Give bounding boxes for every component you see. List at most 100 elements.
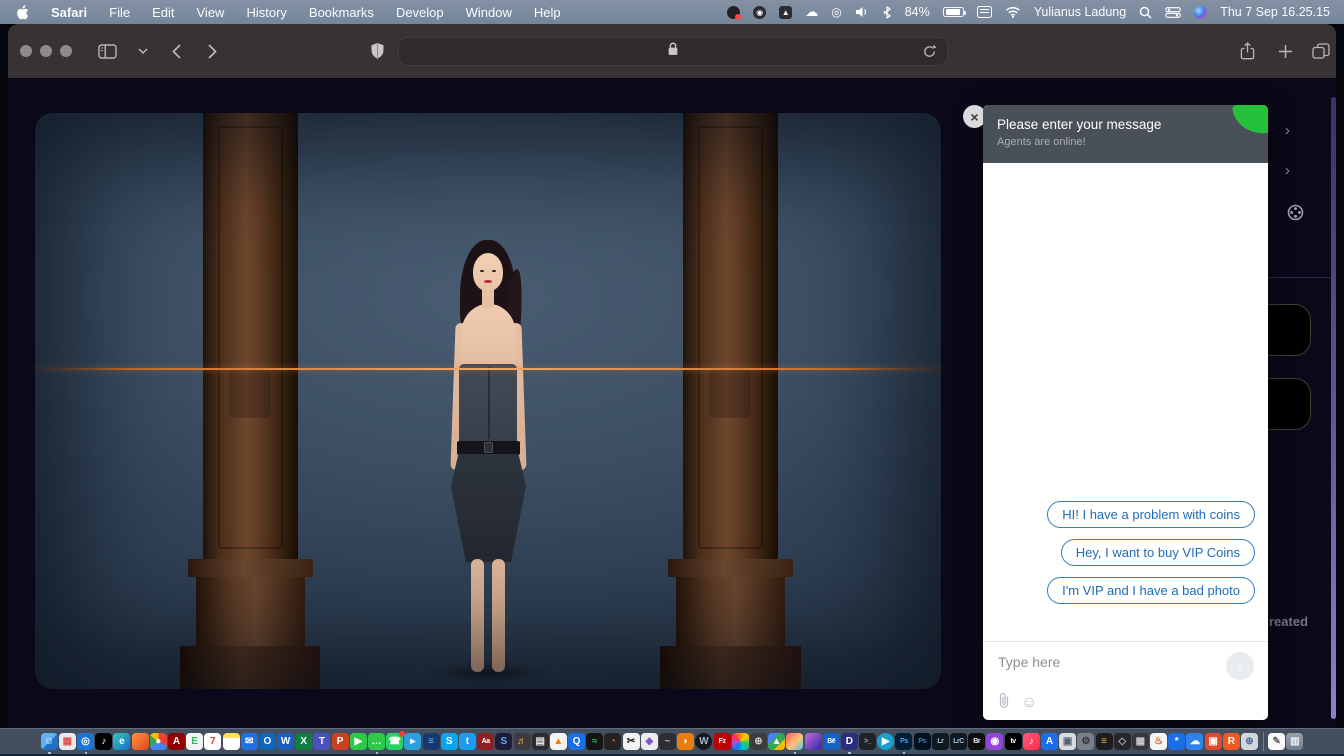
dock-icon-bridge[interactable]: Br <box>968 733 986 750</box>
dock-icon-garageband[interactable]: ♬ <box>513 733 531 750</box>
dock-icon-powerpoint[interactable]: P <box>331 733 349 750</box>
dock-icon-podcasts[interactable]: ◉ <box>986 733 1004 750</box>
tab-overview-icon[interactable] <box>1308 38 1334 64</box>
menu-bar-clock[interactable]: Thu 7 Sep 16.25.15 <box>1220 4 1330 20</box>
dock-icon-wallet[interactable]: ≡ <box>1095 733 1113 750</box>
dock-icon-mail[interactable]: ✉ <box>240 733 258 750</box>
emoji-smiley-icon[interactable]: ☺ <box>1021 695 1037 711</box>
dock-icon-automator[interactable]: ◇ <box>1113 733 1131 750</box>
dock-icon-red-box-app[interactable]: ▣ <box>1204 733 1222 750</box>
back-icon[interactable] <box>163 38 189 64</box>
menu-window[interactable]: Window <box>466 5 512 20</box>
dock-icon-calendar[interactable]: 7 <box>204 733 222 750</box>
dock-icon-discord[interactable]: D <box>840 733 858 754</box>
dock-icon-skype[interactable]: S <box>440 733 458 750</box>
dock-icon-capcut[interactable]: ✂ <box>622 733 640 750</box>
dock-icon-gradient-app-1[interactable] <box>786 733 804 754</box>
dock-icon-calculator[interactable]: ▦ <box>1131 733 1149 750</box>
dock-icon-evernote[interactable]: E <box>186 733 204 750</box>
sidebar-icon[interactable] <box>94 38 120 64</box>
menu-history[interactable]: History <box>246 5 286 20</box>
fast-user-switch-name[interactable]: Yulianus Ladung <box>1034 4 1126 20</box>
dock-icon-launchpad[interactable]: ▦ <box>58 733 76 750</box>
dock-icon-music[interactable]: ♪ <box>1022 733 1040 750</box>
dock-icon-twitter[interactable]: t <box>458 733 476 750</box>
apple-menu-icon[interactable] <box>16 4 29 20</box>
dock-icon-bluetooth-exchange[interactable]: * <box>1168 733 1186 750</box>
dock-icon-spotify[interactable]: ≈ <box>586 733 604 750</box>
window-close-button[interactable] <box>20 45 32 57</box>
dock-icon-gradient-app-2[interactable] <box>804 733 822 750</box>
dock-icon-trash[interactable]: ▥ <box>1286 733 1304 750</box>
screen-record-icon[interactable] <box>727 5 742 20</box>
dock-icon-firefox[interactable] <box>131 733 149 750</box>
menu-file[interactable]: File <box>109 5 130 20</box>
chat-quick-reply-3[interactable]: I'm VIP and I have a bad photo <box>1047 577 1255 604</box>
dock-icon-telegram[interactable]: ▸ <box>404 733 422 750</box>
wifi-icon[interactable] <box>1005 4 1021 20</box>
dock-icon-edge[interactable]: e <box>113 733 131 750</box>
dock-icon-chrome[interactable]: ● <box>149 733 167 750</box>
share-icon[interactable] <box>1234 38 1260 64</box>
input-source-icon[interactable] <box>976 6 992 18</box>
window-minimize-button[interactable] <box>40 45 52 57</box>
menu-edit[interactable]: Edit <box>152 5 174 20</box>
dock-icon-blue-doc-app[interactable]: ≡ <box>422 733 440 750</box>
dock-icon-lightroom[interactable]: Lr <box>931 733 949 750</box>
rail-chevron-right-2-icon[interactable]: › <box>1285 163 1290 178</box>
dock-icon-photoshop[interactable]: Ps <box>895 733 913 754</box>
dock-icon-excel[interactable]: X <box>295 733 313 750</box>
dock-icon-blender[interactable]: ◗ <box>677 733 695 750</box>
dock-icon-network-globe[interactable]: ⊕ <box>1241 733 1258 750</box>
privacy-shield-icon[interactable] <box>364 38 390 64</box>
dock-icon-tiktok[interactable]: ♪ <box>95 733 113 750</box>
dock-icon-textedit[interactable]: ✎ <box>1268 733 1286 750</box>
dock-icon-acrobat[interactable]: A <box>167 733 185 750</box>
chat-quick-reply-1[interactable]: HI! I have a problem with coins <box>1047 501 1255 528</box>
chevron-down-icon[interactable] <box>130 38 156 64</box>
dock-icon-quicktime[interactable]: Q <box>568 733 586 750</box>
spotlight-search-icon[interactable] <box>1139 4 1152 20</box>
airplay-icon[interactable]: ◎ <box>831 4 841 20</box>
dock-icon-font-book[interactable]: Aa <box>477 733 495 750</box>
dock-icon-preview[interactable]: ▣ <box>1059 733 1077 750</box>
dock-icon-weather[interactable]: ☁ <box>1186 733 1204 750</box>
menu-help[interactable]: Help <box>534 5 561 20</box>
dock-icon-video-player[interactable]: ▶ <box>877 733 895 750</box>
dock-icon-audio-app[interactable]: ~ <box>659 733 676 750</box>
window-zoom-button[interactable] <box>60 45 72 57</box>
dock-icon-photoshop-beta[interactable]: Ps <box>913 733 931 750</box>
dock-icon-whatsapp[interactable]: ☎ <box>386 731 406 750</box>
dock-icon-lightroom-classic[interactable]: LrC <box>950 733 967 750</box>
dock-icon-settings[interactable]: ⚙ <box>1077 733 1095 750</box>
round-app-icon[interactable]: ◉ <box>753 5 767 19</box>
dock-icon-screenshot[interactable]: ⊕ <box>749 733 767 750</box>
reload-icon[interactable] <box>921 43 938 65</box>
dock-icon-app-store[interactable]: A <box>1040 733 1058 750</box>
bluetooth-icon[interactable] <box>882 4 892 20</box>
dock-icon-outlook[interactable]: O <box>258 733 276 750</box>
dock-icon-wordpress[interactable]: W <box>695 733 713 750</box>
page-scrollbar[interactable] <box>1331 97 1336 719</box>
dock-icon-notes[interactable] <box>222 733 240 750</box>
rail-chevron-right-1-icon[interactable]: › <box>1285 123 1290 138</box>
dock-icon-homebrew[interactable]: ♨ <box>1150 733 1168 750</box>
dock-icon-facetime[interactable]: ▶ <box>349 733 367 750</box>
siri-icon[interactable] <box>1194 5 1208 19</box>
dock-icon-safari[interactable]: ◎ <box>77 733 94 754</box>
menu-bookmarks[interactable]: Bookmarks <box>309 5 374 20</box>
chat-message-input[interactable] <box>998 654 1198 670</box>
cloud-sync-icon[interactable]: ☁ <box>805 4 818 20</box>
triangle-app-icon[interactable]: ▲ <box>779 5 793 19</box>
dock-icon-google-drive[interactable]: ▲ <box>768 733 786 750</box>
dock-icon-orange-r-app[interactable]: R <box>1222 733 1240 750</box>
dock-icon-apple-tv[interactable]: tv <box>1004 733 1022 750</box>
dock-icon-finder[interactable]: ☺ <box>40 733 58 754</box>
address-bar[interactable] <box>398 37 948 66</box>
menu-safari[interactable]: Safari <box>51 5 87 20</box>
dock-icon-messages[interactable]: … <box>368 733 385 754</box>
control-center-icon[interactable] <box>1165 4 1182 20</box>
chat-quick-reply-2[interactable]: Hey, I want to buy VIP Coins <box>1060 539 1255 566</box>
chat-send-button[interactable]: ↑ <box>1226 652 1254 680</box>
dock-icon-photos[interactable] <box>731 733 749 750</box>
